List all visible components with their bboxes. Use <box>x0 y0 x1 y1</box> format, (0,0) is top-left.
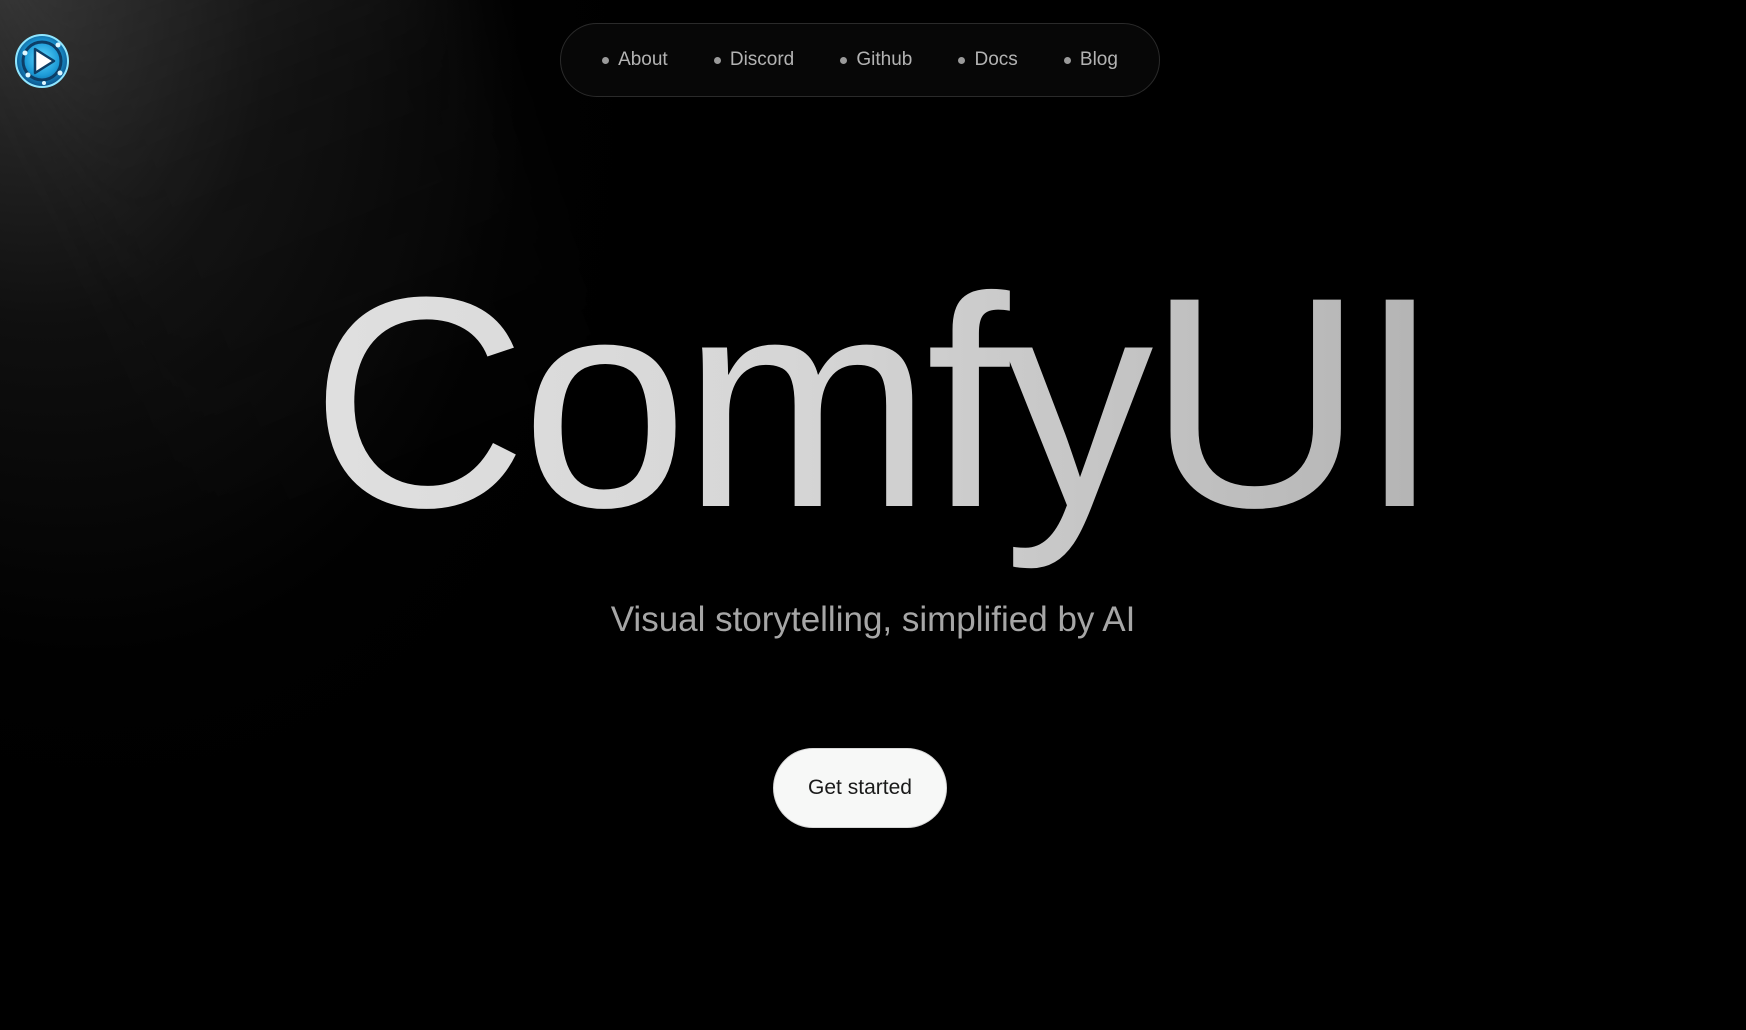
nav-item-label: Blog <box>1079 49 1118 70</box>
nav-item-github[interactable]: Github <box>840 49 912 71</box>
bullet-dot-icon <box>840 56 848 64</box>
bullet-dot-icon <box>958 56 966 64</box>
nav-item-blog[interactable]: Blog <box>1063 49 1118 71</box>
top-navigation: About Discord Github Docs Blog <box>560 23 1160 97</box>
bullet-dot-icon <box>602 56 610 64</box>
nav-item-label: Docs <box>974 49 1018 70</box>
comfyui-logo-icon[interactable] <box>14 33 70 89</box>
hero-title: ComfyUI <box>0 232 1746 572</box>
nav-item-label: Github <box>856 49 913 70</box>
nav-item-docs[interactable]: Docs <box>958 49 1018 71</box>
get-started-button[interactable]: Get started <box>773 748 947 828</box>
landing-page: About Discord Github Docs Blog ComfyUI V… <box>0 0 1746 1030</box>
nav-item-about[interactable]: About <box>602 49 668 71</box>
nav-item-label: Discord <box>729 49 795 70</box>
nav-item-discord[interactable]: Discord <box>713 49 795 71</box>
bullet-dot-icon <box>713 56 721 64</box>
bullet-dot-icon <box>1063 56 1071 64</box>
nav-item-label: About <box>618 49 668 70</box>
hero-subtitle: Visual storytelling, simplified by AI <box>610 600 1136 639</box>
